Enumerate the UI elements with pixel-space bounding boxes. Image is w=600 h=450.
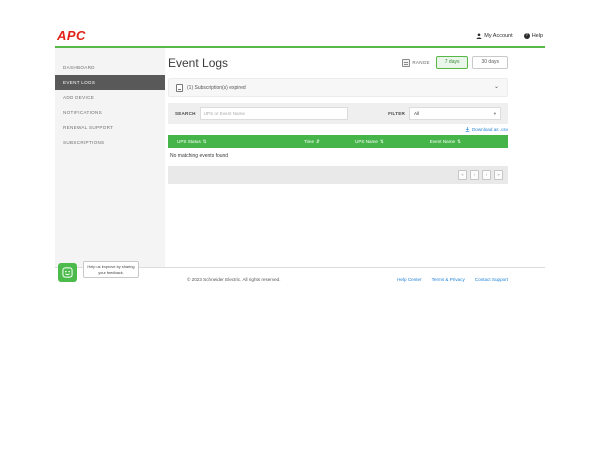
title-row: Event Logs RANGE 7 days 30 days (168, 56, 508, 72)
first-page-button[interactable]: « (458, 170, 467, 180)
pagination-bar: « ‹ › » (168, 166, 508, 184)
column-label: Time (304, 139, 314, 144)
sort-icon[interactable]: ⇅ (203, 139, 207, 145)
subscription-icon (176, 84, 183, 92)
subscription-alert-text: (1) Subscription(s) expired (187, 85, 246, 91)
main-content: Event Logs RANGE 7 days 30 days (1) Subs… (165, 48, 545, 267)
my-account-label: My Account (484, 33, 512, 39)
chevron-down-icon: ▾ (494, 111, 496, 117)
column-label: UPS Name (355, 139, 378, 144)
previous-page-button[interactable]: ‹ (470, 170, 479, 180)
column-header-time[interactable]: Time ⇵ (304, 139, 355, 145)
footer-links: Help Center Terms & Privacy Contact Supp… (397, 277, 545, 282)
search-input[interactable] (200, 107, 348, 120)
help-center-link[interactable]: Help Center (397, 277, 422, 282)
column-label: UPS Status (177, 139, 201, 144)
download-row: Download as .csv (168, 126, 508, 133)
last-page-button[interactable]: » (494, 170, 503, 180)
feedback-button[interactable] (58, 263, 77, 282)
page-title: Event Logs (168, 56, 228, 70)
sidebar-item-add-device[interactable]: ADD DEVICE (55, 90, 165, 105)
download-icon (465, 127, 470, 132)
smiley-icon (62, 267, 73, 278)
contact-support-link[interactable]: Contact Support (475, 277, 508, 282)
app-container: APC My Account ? Help DASHBOARD (55, 25, 545, 282)
column-label: Event Name (430, 139, 455, 144)
sidebar: DASHBOARD EVENT LOGS ADD DEVICE NOTIFICA… (55, 48, 165, 267)
filter-selected-value: All (414, 111, 419, 116)
search-filter-bar: SEARCH FILTER All ▾ (168, 103, 508, 124)
chevron-down-icon[interactable]: ⌄ (494, 83, 499, 90)
empty-state-message: No matching events found (168, 148, 508, 163)
range-7-days-button[interactable]: 7 days (436, 56, 469, 69)
calendar-icon (402, 59, 410, 67)
column-header-event-name[interactable]: Event Name ⇅ (430, 139, 508, 145)
sort-icon[interactable]: ⇅ (457, 139, 461, 145)
next-page-button[interactable]: › (482, 170, 491, 180)
event-table-header: UPS Status ⇅ Time ⇵ UPS Name ⇅ Event Nam… (168, 135, 508, 148)
person-icon (476, 33, 482, 39)
sidebar-item-subscriptions[interactable]: SUBSCRIPTIONS (55, 135, 165, 150)
sort-icon[interactable]: ⇅ (380, 139, 384, 145)
filter-select[interactable]: All ▾ (409, 107, 501, 120)
sidebar-item-event-logs[interactable]: EVENT LOGS (55, 75, 165, 90)
range-label: RANGE (412, 60, 429, 65)
copyright-text: © 2023 Schneider Electric. All rights re… (187, 277, 281, 282)
column-header-ups-name[interactable]: UPS Name ⇅ (355, 139, 430, 145)
top-right-menu: My Account ? Help (476, 33, 543, 39)
help-button[interactable]: ? Help (524, 33, 543, 39)
sidebar-item-notifications[interactable]: NOTIFICATIONS (55, 105, 165, 120)
apc-logo: APC (57, 28, 86, 43)
feedback-tooltip: Help us improve by sharing your feedback… (83, 261, 139, 278)
feedback-widget: Help us improve by sharing your feedback… (58, 258, 148, 288)
range-picker[interactable]: RANGE (402, 59, 429, 67)
sidebar-item-renewal-support[interactable]: RENEWAL SUPPORT (55, 120, 165, 135)
sort-icon[interactable]: ⇵ (316, 139, 320, 145)
column-header-ups-status[interactable]: UPS Status ⇅ (168, 139, 304, 145)
search-label: SEARCH (175, 111, 196, 116)
range-controls: RANGE 7 days 30 days (402, 56, 508, 69)
download-csv-link[interactable]: Download as .csv (472, 127, 508, 132)
range-30-days-button[interactable]: 30 days (472, 56, 508, 69)
help-icon: ? (524, 33, 530, 39)
page: APC My Account ? Help DASHBOARD (0, 0, 600, 450)
terms-privacy-link[interactable]: Terms & Privacy (432, 277, 465, 282)
help-label: Help (532, 33, 543, 39)
sidebar-item-dashboard[interactable]: DASHBOARD (55, 60, 165, 75)
filter-label: FILTER (388, 111, 405, 116)
subscription-alert-bar[interactable]: (1) Subscription(s) expired ⌄ (168, 78, 508, 97)
top-bar: APC My Account ? Help (55, 25, 545, 46)
my-account-button[interactable]: My Account (476, 33, 512, 39)
body: DASHBOARD EVENT LOGS ADD DEVICE NOTIFICA… (55, 48, 545, 268)
